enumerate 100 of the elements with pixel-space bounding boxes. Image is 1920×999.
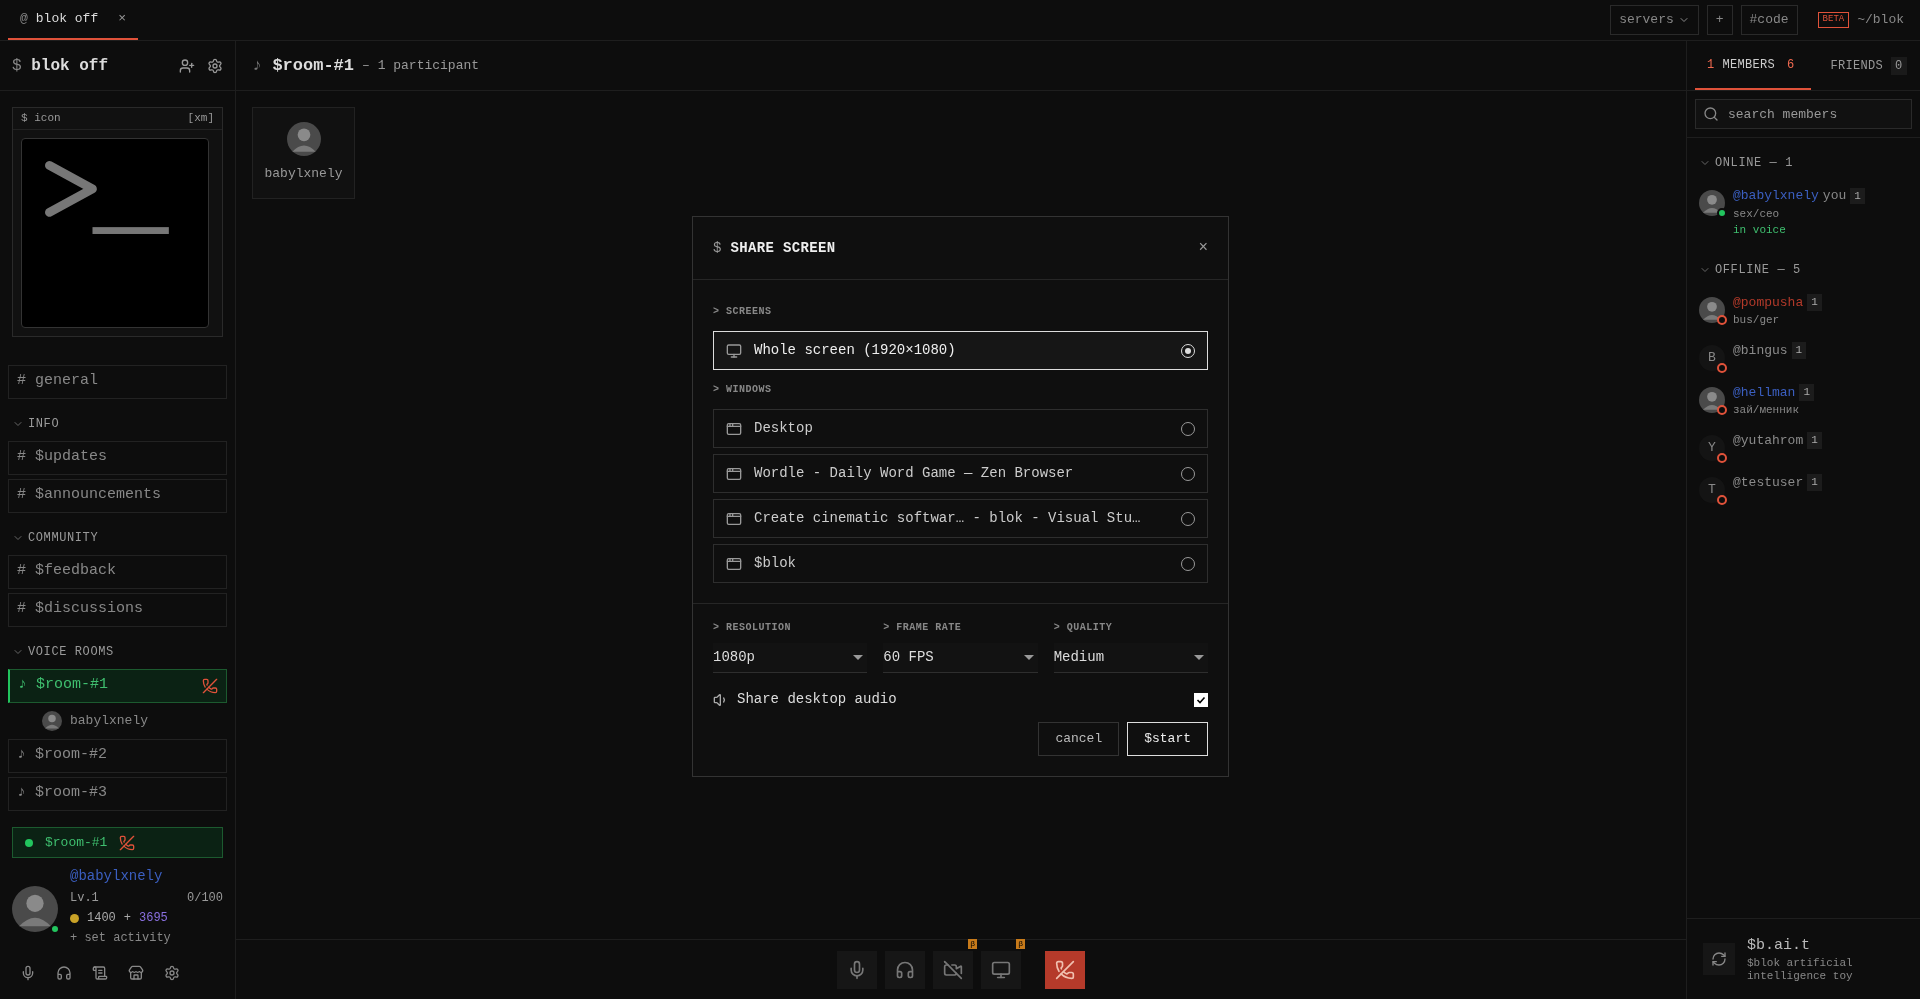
add-button[interactable]: +	[1706, 5, 1733, 35]
start-button[interactable]: $start	[1127, 722, 1208, 756]
participant-count: – 1 participant	[362, 56, 480, 75]
channel-item[interactable]: ♪ $room-#1	[8, 668, 227, 703]
hangup-button[interactable]	[1045, 950, 1085, 989]
channel-item[interactable]: # $announcements	[8, 478, 227, 513]
settings-icon[interactable]	[207, 57, 223, 74]
level-badge: 1	[1799, 384, 1815, 401]
bot-description: $blok artificial intelligence toy	[1747, 957, 1854, 983]
icon-card-label: $ icon	[21, 111, 61, 126]
beta-badge: β	[1016, 938, 1025, 949]
voice-status-bar[interactable]: $room-#1	[12, 827, 223, 858]
headphones-icon	[895, 959, 915, 980]
terminal-prompt-icon	[21, 137, 209, 328]
avatar	[286, 122, 321, 157]
level-badge: 1	[1807, 294, 1822, 311]
mic-icon[interactable]	[20, 965, 36, 981]
avatar-initial: B	[1699, 344, 1725, 371]
dropdown-caret-icon	[853, 655, 864, 660]
add-user-icon[interactable]	[179, 57, 195, 74]
check-icon	[1196, 694, 1206, 705]
category-label: COMMUNITY	[28, 529, 99, 547]
member-handle[interactable]: @bingus	[1733, 340, 1788, 360]
settings-icon[interactable]	[164, 965, 180, 981]
refresh-icon	[1711, 950, 1727, 967]
monitor-icon	[991, 959, 1011, 980]
code-button[interactable]: #code	[1740, 5, 1798, 35]
hangup-icon	[1055, 959, 1075, 980]
channel-item[interactable]: # $feedback	[8, 554, 227, 589]
source-option[interactable]: Wordle - Daily Word Game — Zen Browser	[713, 454, 1208, 493]
avatar-initial: Y	[1699, 434, 1725, 461]
level-badge: 1	[1807, 474, 1822, 491]
dropdown-caret-icon	[1023, 655, 1034, 660]
app-tab[interactable]: @ blok off ×	[8, 0, 139, 40]
member-handle[interactable]: @pompusha	[1733, 292, 1804, 312]
close-tab[interactable]: ×	[118, 9, 127, 29]
store-icon[interactable]	[128, 965, 144, 981]
source-option[interactable]: Create cinematic softwar… - blok - Visual Stu…	[713, 499, 1208, 538]
window-icon	[726, 555, 742, 572]
audio-checkbox[interactable]	[1194, 692, 1208, 707]
member-handle[interactable]: @testuser	[1733, 472, 1804, 492]
set-activity-link[interactable]: + set activity	[70, 929, 223, 947]
channel-item[interactable]: # $updates	[8, 440, 227, 475]
coin-icon	[70, 913, 79, 923]
category-label: VOICE ROOMS	[28, 643, 114, 661]
channel-item[interactable]: ♪ $room-#3	[8, 776, 227, 811]
setting-label: > FRAME RATE	[883, 621, 963, 635]
dropdown-caret-icon	[1194, 655, 1204, 660]
participant-tile[interactable]: babylxnely	[252, 107, 355, 199]
source-option[interactable]: Whole screen (1920×1080)	[713, 331, 1208, 370]
member-status: bus/ger	[1733, 313, 1781, 328]
member-handle[interactable]: @babylxnely	[1733, 186, 1819, 206]
mic-button[interactable]	[837, 950, 877, 989]
window-icon	[726, 465, 742, 482]
setting-label: > RESOLUTION	[713, 621, 792, 635]
channel-item[interactable]: ♪ $room-#2	[8, 738, 227, 773]
bot-avatar[interactable]	[1703, 942, 1735, 975]
level-badge: 1	[1791, 342, 1807, 359]
headphones-icon[interactable]	[56, 965, 72, 981]
section-title: > WINDOWS	[713, 383, 773, 397]
search-field[interactable]: search members	[1695, 99, 1912, 129]
close-button[interactable]: ×	[1198, 236, 1208, 260]
cancel-button[interactable]: cancel	[1038, 722, 1120, 756]
search-icon	[1703, 106, 1719, 122]
member-status: зай/менник	[1733, 403, 1800, 418]
headphones-button[interactable]	[885, 950, 925, 989]
member-handle[interactable]: @yutahrom	[1733, 430, 1804, 450]
avatar	[12, 886, 58, 932]
channel-item[interactable]: # $discussions	[8, 592, 227, 627]
mic-icon	[847, 959, 867, 980]
section-title: > SCREENS	[713, 305, 773, 319]
avatar	[1699, 386, 1725, 413]
member-status: sex/ceo	[1733, 206, 1781, 222]
beta-badge: BETA	[1817, 12, 1850, 28]
icon-card-tag: [xm]	[187, 110, 214, 127]
source-option[interactable]: $blok	[713, 544, 1208, 583]
channel-item[interactable]: # general	[8, 364, 227, 399]
hangup-icon[interactable]	[119, 834, 136, 851]
member-activity: in voice	[1733, 223, 1787, 238]
coin-count: 1400	[87, 910, 116, 927]
dialog-title: $ SHARE SCREEN	[713, 238, 836, 258]
xp-reading: 0/100	[187, 890, 223, 907]
room-title: ♪ $room-#1	[252, 54, 355, 77]
scroll-icon[interactable]	[92, 965, 108, 981]
avatar-initial: T	[1699, 476, 1725, 503]
group-title: OFFLINE — 5	[1715, 261, 1801, 279]
level-badge: 1	[1807, 432, 1822, 449]
window-icon	[726, 420, 742, 437]
panel-tab[interactable]: 1 MEMBERS 6	[1695, 41, 1811, 90]
source-option[interactable]: Desktop	[713, 409, 1208, 448]
member-handle[interactable]: @hellman	[1733, 382, 1796, 402]
user-handle[interactable]: @babylxnely	[70, 866, 223, 887]
panel-tab[interactable]: FRIENDS 0	[1818, 41, 1919, 90]
servers-dropdown[interactable]: servers	[1610, 5, 1699, 35]
bot-name: $b.ai.t	[1747, 935, 1811, 956]
hangup-icon[interactable]	[202, 677, 218, 694]
avatar	[42, 710, 62, 731]
category-label: INFO	[28, 415, 60, 433]
level-badge: 1	[1850, 187, 1865, 204]
avatar	[1699, 296, 1725, 323]
